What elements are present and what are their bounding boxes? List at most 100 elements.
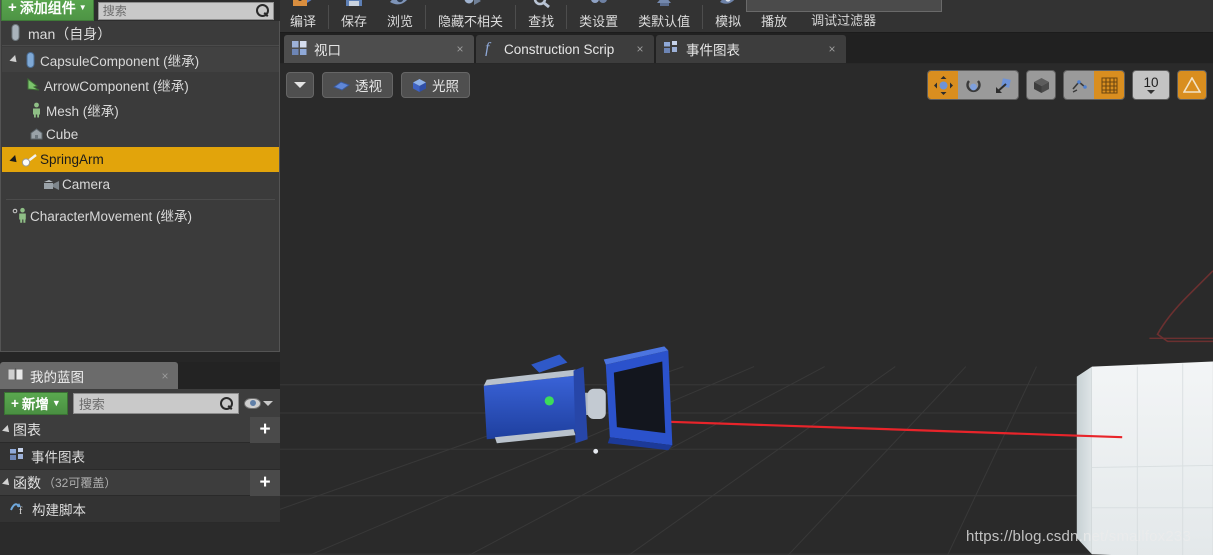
viewport-3d[interactable]: 透视 光照 10 https://blog.csdn.net/smallfox2… — [280, 64, 1213, 555]
plus-icon: + — [8, 0, 17, 16]
search-icon — [220, 396, 233, 410]
svg-text:f: f — [485, 40, 492, 56]
main-toolbar: 编译 保存 浏览 隐藏不相关 查找 类设置 类默认值 模拟 播放 调试过滤器 — [280, 0, 1213, 33]
close-icon[interactable]: × — [454, 42, 466, 56]
toolbar-separator — [702, 5, 704, 29]
expand-triangle-icon[interactable] — [6, 154, 20, 165]
spring-arm-icon — [20, 153, 40, 167]
grid-snap-button[interactable] — [1094, 71, 1124, 99]
snapping-group — [1063, 70, 1125, 100]
tree-label: Camera — [62, 177, 111, 192]
perspective-icon — [333, 80, 350, 91]
right-column: 编译 保存 浏览 隐藏不相关 查找 类设置 类默认值 模拟 播放 调试过滤器 视… — [280, 0, 1213, 555]
add-new-button[interactable]: + 新增 ▼ — [4, 391, 68, 415]
section-header-graphs[interactable]: 图表 + — [0, 416, 280, 443]
toolbar-label: 保存 — [341, 14, 368, 29]
section-header-functions[interactable]: 函数 （32可覆盖） + — [0, 469, 280, 496]
tree-label: CapsuleComponent (继承) — [40, 53, 200, 69]
toolbar-button-compile[interactable]: 编译 — [280, 0, 326, 32]
debug-filter-combo[interactable] — [745, 0, 942, 12]
close-icon[interactable]: × — [634, 42, 646, 56]
toolbar-button-browse[interactable]: 浏览 — [377, 0, 423, 32]
transform-gizmo-group — [927, 70, 1019, 100]
list-item-label: 构建脚本 — [32, 503, 86, 518]
add-function-button[interactable]: + — [250, 469, 280, 496]
tree-label: SpringArm — [40, 152, 104, 167]
static-mesh-icon — [26, 127, 46, 142]
tree-row-charactermovement[interactable]: CharacterMovement (继承) — [2, 202, 279, 227]
my-blueprint-search-input[interactable]: 搜索 — [72, 392, 239, 414]
scale-gizmo-button[interactable] — [988, 71, 1018, 99]
simulate-icon — [715, 0, 741, 9]
chevron-down-icon — [294, 82, 306, 88]
chevron-down-icon — [1147, 90, 1155, 95]
tab-event-graph[interactable]: 事件图表 × — [656, 35, 846, 63]
components-search-placeholder: 搜索 — [102, 4, 127, 18]
visibility-options-button[interactable] — [244, 397, 276, 409]
components-toolbar: + 添加组件 ▼ 搜索 — [1, 0, 280, 21]
debug-filter-label: 调试过滤器 — [811, 13, 877, 28]
close-icon[interactable]: × — [826, 42, 838, 56]
tree-label: CharacterMovement (继承) — [30, 208, 193, 224]
chevron-down-icon: ▼ — [51, 398, 61, 408]
viewport-options-button[interactable] — [286, 72, 314, 98]
add-component-label: 添加组件 — [19, 0, 76, 16]
components-search-input[interactable]: 搜索 — [97, 1, 274, 20]
view-mode-button[interactable]: 透视 — [322, 72, 393, 98]
add-component-button[interactable]: + 添加组件 ▼ — [1, 0, 94, 21]
grid-snap-value-button[interactable]: 10 — [1132, 70, 1170, 100]
component-root-row[interactable]: man（自身） — [2, 22, 279, 46]
tree-row-springarm[interactable]: SpringArm — [2, 147, 279, 172]
translate-gizmo-button[interactable] — [928, 71, 958, 99]
skeletal-mesh-icon — [26, 102, 46, 118]
lighting-mode-button[interactable]: 光照 — [401, 72, 470, 98]
tab-label: Construction Scrip — [504, 41, 615, 57]
surface-snap-button[interactable] — [1064, 71, 1094, 99]
svg-text:f: f — [19, 506, 23, 515]
add-graph-button[interactable]: + — [250, 416, 280, 443]
debug-filter-control[interactable]: 调试过滤器 — [745, 0, 942, 32]
world-space-toggle-button[interactable] — [1026, 70, 1056, 100]
blueprint-editor-window: + 添加组件 ▼ 搜索 man（自身） CapsuleComponent (继承… — [0, 0, 1213, 555]
tree-row-mesh[interactable]: Mesh (继承) — [2, 97, 279, 122]
warning-button[interactable] — [1177, 70, 1207, 100]
left-column: + 添加组件 ▼ 搜索 man（自身） CapsuleComponent (继承… — [0, 0, 280, 555]
close-icon[interactable]: × — [159, 369, 171, 383]
toolbar-button-simulate[interactable]: 模拟 — [705, 0, 751, 32]
toolbar-label: 隐藏不相关 — [438, 14, 504, 29]
compile-icon — [290, 0, 316, 9]
tab-construction-script[interactable]: f Construction Scrip × — [476, 35, 654, 63]
tree-row-cube[interactable]: Cube — [2, 122, 279, 147]
toolbar-separator — [515, 5, 517, 29]
toolbar-button-class-settings[interactable]: 类设置 — [569, 0, 628, 32]
toolbar-button-save[interactable]: 保存 — [331, 0, 377, 32]
tab-my-blueprint[interactable]: 我的蓝图 × — [0, 362, 178, 389]
toolbar-separator — [328, 5, 330, 29]
my-blueprint-search-placeholder: 搜索 — [78, 396, 105, 412]
grid-snap-value: 10 — [1143, 74, 1159, 90]
lighting-mode-label: 光照 — [432, 79, 459, 94]
cube-mesh — [1076, 361, 1213, 555]
list-item-construction-script[interactable]: f 构建脚本 — [0, 496, 280, 523]
expand-triangle-icon[interactable] — [6, 54, 20, 65]
expand-triangle-icon[interactable] — [2, 424, 12, 435]
toolbar-button-class-defaults[interactable]: 类默认值 — [628, 0, 700, 32]
toolbar-label: 浏览 — [387, 14, 414, 29]
toolbar-button-hide-unrelated[interactable]: 隐藏不相关 — [428, 0, 513, 32]
tab-viewport[interactable]: 视口 × — [284, 35, 474, 63]
toolbar-label: 类默认值 — [638, 14, 691, 29]
viewport-toolbar: 透视 光照 10 — [280, 64, 1213, 106]
document-tabstrip: 视口 × f Construction Scrip × 事件图表 × — [280, 33, 1213, 63]
tree-row-arrowcomponent[interactable]: ArrowComponent (继承) — [2, 72, 279, 97]
list-item-event-graph[interactable]: 事件图表 — [0, 443, 280, 470]
expand-triangle-icon[interactable] — [2, 477, 12, 488]
capsule-icon — [20, 51, 40, 68]
tree-row-capsulecomponent[interactable]: CapsuleComponent (继承) — [2, 47, 279, 72]
toolbar-label: 查找 — [528, 14, 555, 29]
tree-row-camera[interactable]: Camera — [2, 172, 279, 197]
component-tree: CapsuleComponent (继承) ArrowComponent (继承… — [2, 47, 279, 227]
save-icon — [341, 0, 367, 9]
event-graph-icon — [10, 448, 25, 464]
rotate-gizmo-button[interactable] — [958, 71, 988, 99]
toolbar-button-find[interactable]: 查找 — [518, 0, 564, 32]
